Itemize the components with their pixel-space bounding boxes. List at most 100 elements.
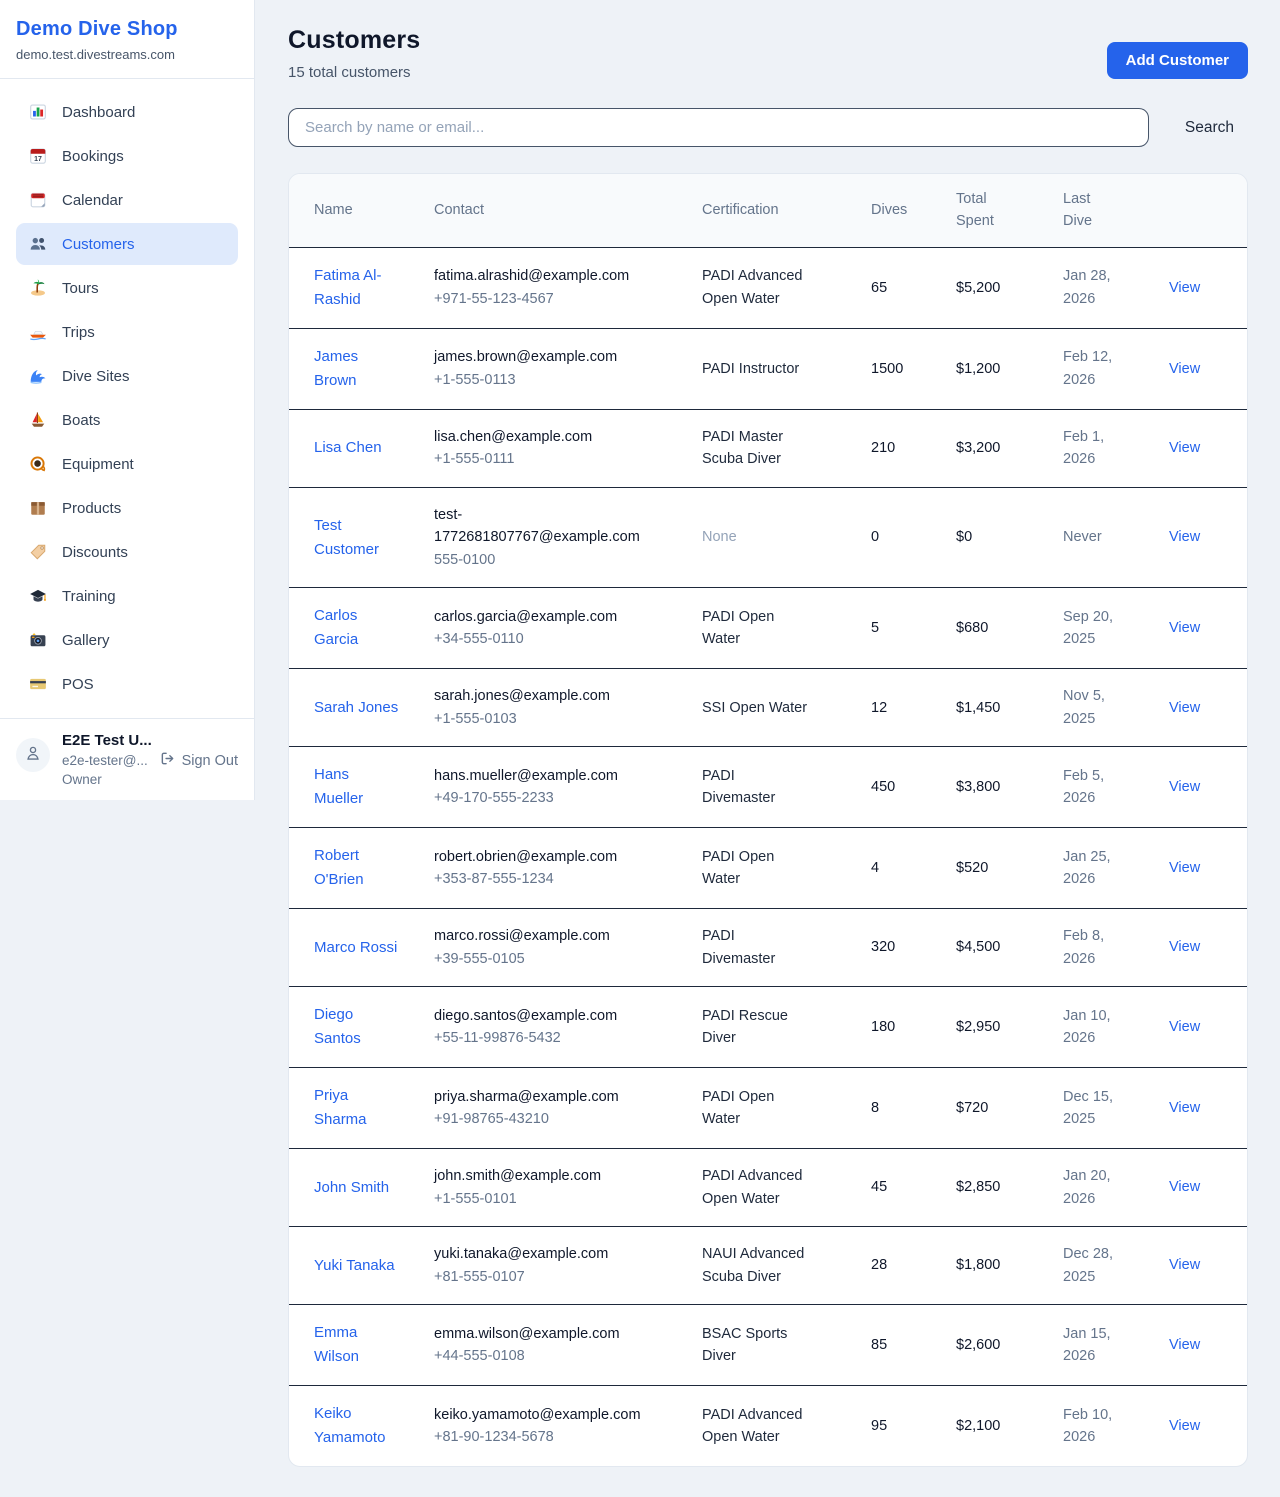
customer-name-link[interactable]: Sarah Jones bbox=[314, 696, 398, 720]
customer-phone: +81-90-1234-5678 bbox=[434, 1426, 694, 1448]
customer-dives: 1500 bbox=[871, 361, 903, 377]
sign-out-button[interactable]: Sign Out bbox=[160, 751, 238, 770]
sidebar-item-customers[interactable]: Customers bbox=[16, 223, 238, 265]
view-link[interactable]: View bbox=[1169, 700, 1200, 716]
customer-email: sarah.jones@example.com bbox=[434, 685, 649, 707]
customer-name-link[interactable]: Yuki Tanaka bbox=[314, 1254, 395, 1278]
customer-last-dive: Jan 20, 2026 bbox=[1063, 1165, 1133, 1210]
customer-last-dive: Feb 1, 2026 bbox=[1063, 426, 1133, 471]
customer-name-link[interactable]: Test Customer bbox=[314, 514, 402, 562]
customer-certification: PADI Master Scuba Diver bbox=[702, 426, 812, 471]
sidebar-item-trips[interactable]: Trips bbox=[16, 311, 238, 353]
customer-name-link[interactable]: James Brown bbox=[314, 345, 402, 393]
customer-dives: 0 bbox=[871, 529, 879, 545]
customer-phone: +44-555-0108 bbox=[434, 1345, 694, 1367]
customer-email: james.brown@example.com bbox=[434, 346, 649, 368]
customer-email: hans.mueller@example.com bbox=[434, 765, 649, 787]
sidebar-item-dashboard[interactable]: Dashboard bbox=[16, 91, 238, 133]
customer-phone: +971-55-123-4567 bbox=[434, 288, 694, 310]
sidebar-item-gallery[interactable]: Gallery bbox=[16, 619, 238, 661]
table-row: Diego Santos diego.santos@example.com+55… bbox=[289, 987, 1247, 1068]
view-link[interactable]: View bbox=[1169, 779, 1200, 795]
sidebar-item-bookings[interactable]: 17 Bookings bbox=[16, 135, 238, 177]
view-link[interactable]: View bbox=[1169, 1179, 1200, 1195]
customer-email: emma.wilson@example.com bbox=[434, 1323, 649, 1345]
sidebar-item-calendar[interactable]: Calendar bbox=[16, 179, 238, 221]
view-link[interactable]: View bbox=[1169, 1418, 1200, 1434]
user-info: E2E Test U... e2e-tester@... Sign Out Ow… bbox=[62, 732, 238, 787]
customer-certification: PADI Divemaster bbox=[702, 765, 812, 810]
customer-total-spent: $720 bbox=[956, 1100, 988, 1116]
customers-table: Name Contact Certification Dives Total S… bbox=[289, 174, 1247, 1466]
table-row: Hans Mueller hans.mueller@example.com+49… bbox=[289, 747, 1247, 828]
customer-email: yuki.tanaka@example.com bbox=[434, 1243, 649, 1265]
add-customer-button[interactable]: Add Customer bbox=[1107, 42, 1248, 79]
customer-name-link[interactable]: John Smith bbox=[314, 1176, 389, 1200]
user-email: e2e-tester@... bbox=[62, 753, 160, 768]
customer-phone: 555-0100 bbox=[434, 549, 694, 571]
customer-total-spent: $2,600 bbox=[956, 1337, 1000, 1353]
customer-last-dive: Jan 28, 2026 bbox=[1063, 265, 1133, 310]
sidebar-item-boats[interactable]: Boats bbox=[16, 399, 238, 441]
view-link[interactable]: View bbox=[1169, 620, 1200, 636]
customer-last-dive: Feb 5, 2026 bbox=[1063, 765, 1133, 810]
customer-name-link[interactable]: Diego Santos bbox=[314, 1003, 402, 1051]
view-link[interactable]: View bbox=[1169, 529, 1200, 545]
search-button[interactable]: Search bbox=[1185, 119, 1234, 137]
customer-total-spent: $0 bbox=[956, 529, 972, 545]
sidebar-item-products[interactable]: Products bbox=[16, 487, 238, 529]
customer-certification: PADI Advanced Open Water bbox=[702, 1165, 812, 1210]
column-header-total-spent: Total Spent bbox=[956, 174, 1063, 247]
sidebar-item-pos[interactable]: POS bbox=[16, 663, 238, 705]
customer-name-link[interactable]: Keiko Yamamoto bbox=[314, 1402, 402, 1450]
customer-email: test-1772681807767@example.com bbox=[434, 504, 649, 549]
customer-name-link[interactable]: Priya Sharma bbox=[314, 1084, 402, 1132]
customer-name-link[interactable]: Lisa Chen bbox=[314, 436, 382, 460]
user-box: E2E Test U... e2e-tester@... Sign Out Ow… bbox=[0, 718, 254, 800]
customer-name-link[interactable]: Robert O'Brien bbox=[314, 844, 402, 892]
customer-name-link[interactable]: Fatima Al-Rashid bbox=[314, 264, 402, 312]
customer-certification: PADI Open Water bbox=[702, 606, 812, 651]
customer-dives: 12 bbox=[871, 700, 887, 716]
customer-email: robert.obrien@example.com bbox=[434, 846, 649, 868]
sidebar-item-discounts[interactable]: Discounts bbox=[16, 531, 238, 573]
customer-email: john.smith@example.com bbox=[434, 1165, 649, 1187]
view-link[interactable]: View bbox=[1169, 440, 1200, 456]
customer-phone: +1-555-0113 bbox=[434, 369, 694, 391]
customer-certification: PADI Open Water bbox=[702, 846, 812, 891]
search-input[interactable] bbox=[288, 108, 1149, 147]
view-link[interactable]: View bbox=[1169, 939, 1200, 955]
customer-total-spent: $1,200 bbox=[956, 361, 1000, 377]
view-link[interactable]: View bbox=[1169, 1257, 1200, 1273]
customer-phone: +34-555-0110 bbox=[434, 628, 694, 650]
sidebar: Demo Dive Shop demo.test.divestreams.com… bbox=[0, 0, 255, 800]
sidebar-nav: Dashboard 17 Bookings Calendar Customers… bbox=[0, 79, 254, 718]
avatar bbox=[16, 738, 50, 772]
view-link[interactable]: View bbox=[1169, 860, 1200, 876]
sidebar-item-tours[interactable]: Tours bbox=[16, 267, 238, 309]
customer-dives: 85 bbox=[871, 1337, 887, 1353]
sidebar-item-dive-sites[interactable]: Dive Sites bbox=[16, 355, 238, 397]
view-link[interactable]: View bbox=[1169, 280, 1200, 296]
tours-icon bbox=[29, 279, 47, 297]
customer-certification: PADI Advanced Open Water bbox=[702, 265, 812, 310]
customer-total-spent: $1,800 bbox=[956, 1257, 1000, 1273]
person-icon bbox=[24, 744, 42, 767]
view-link[interactable]: View bbox=[1169, 361, 1200, 377]
customer-name-link[interactable]: Hans Mueller bbox=[314, 763, 402, 811]
view-link[interactable]: View bbox=[1169, 1100, 1200, 1116]
gallery-icon bbox=[29, 631, 47, 649]
customer-name-link[interactable]: Carlos Garcia bbox=[314, 604, 402, 652]
customer-last-dive: Dec 15, 2025 bbox=[1063, 1086, 1133, 1131]
customer-name-link[interactable]: Marco Rossi bbox=[314, 936, 397, 960]
view-link[interactable]: View bbox=[1169, 1337, 1200, 1353]
customer-certification: PADI Divemaster bbox=[702, 925, 812, 970]
page-header: Customers 15 total customers Add Custome… bbox=[288, 26, 1248, 81]
customer-name-link[interactable]: Emma Wilson bbox=[314, 1321, 402, 1369]
view-link[interactable]: View bbox=[1169, 1019, 1200, 1035]
column-header-contact: Contact bbox=[434, 174, 702, 247]
sidebar-item-equipment[interactable]: Equipment bbox=[16, 443, 238, 485]
table-row: Priya Sharma priya.sharma@example.com+91… bbox=[289, 1068, 1247, 1149]
sidebar-item-training[interactable]: Training bbox=[16, 575, 238, 617]
customer-last-dive: Jan 10, 2026 bbox=[1063, 1005, 1133, 1050]
